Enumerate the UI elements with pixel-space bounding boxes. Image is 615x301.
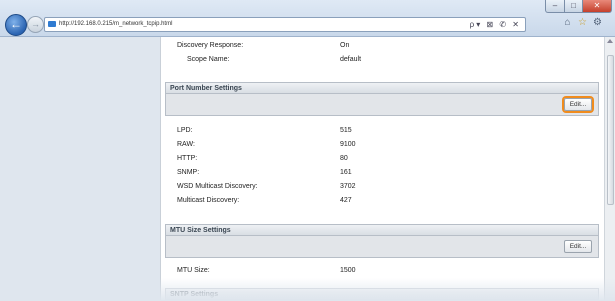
- forward-button[interactable]: →: [27, 16, 44, 33]
- port-number-settings-bar: Edit...: [165, 94, 599, 116]
- back-arrow-icon: ←: [10, 17, 22, 31]
- home-icon[interactable]: ⌂: [562, 17, 573, 28]
- page-area: Discovery Response: On Scope Name: defau…: [0, 37, 615, 300]
- row-value: 427: [340, 197, 352, 204]
- site-favicon-icon: [48, 21, 56, 27]
- mtu-size-settings-header: MTU Size Settings: [165, 224, 599, 236]
- address-url[interactable]: http://192.168.0.215/m_network_tcpip.htm…: [59, 19, 172, 30]
- row-value: 1500: [340, 267, 356, 274]
- favorites-star-icon[interactable]: ☆: [577, 17, 588, 28]
- row-value: On: [340, 42, 350, 49]
- row-value: default: [340, 56, 362, 63]
- row-label: SNMP:: [177, 169, 200, 176]
- row-value: 161: [340, 169, 352, 176]
- row-value: 80: [340, 155, 348, 162]
- mtu-size-settings-bar: Edit...: [165, 236, 599, 258]
- row-value: 3702: [340, 183, 356, 190]
- row-value: 9100: [340, 141, 356, 148]
- close-icon: ✕: [593, 1, 601, 10]
- row-label: Discovery Response:: [177, 42, 244, 49]
- browser-toolbar: – □ ✕ ← → http://192.168.0.215/m_network…: [0, 0, 615, 37]
- minimize-button[interactable]: –: [545, 0, 565, 13]
- back-button[interactable]: ←: [5, 14, 27, 36]
- address-bar[interactable]: http://192.168.0.215/m_network_tcpip.htm…: [44, 17, 526, 32]
- row-label: HTTP:: [177, 155, 198, 162]
- address-tools[interactable]: ρ▾ ⊠ ✆ ✕: [470, 18, 521, 31]
- row-label: RAW:: [177, 141, 195, 148]
- close-window-button[interactable]: ✕: [582, 0, 612, 13]
- mtu-edit-button[interactable]: Edit...: [564, 240, 592, 253]
- port-edit-button[interactable]: Edit...: [564, 98, 592, 111]
- forward-arrow-icon: →: [31, 19, 40, 29]
- vertical-scrollbar[interactable]: [604, 37, 615, 300]
- sntp-settings-header: SNTP Settings: [165, 288, 599, 300]
- row-value: 515: [340, 127, 352, 134]
- maximize-button[interactable]: □: [564, 0, 583, 13]
- minimize-icon: –: [552, 1, 558, 10]
- settings-content: Discovery Response: On Scope Name: defau…: [160, 37, 606, 300]
- port-number-settings-header: Port Number Settings: [165, 82, 599, 94]
- scroll-thumb[interactable]: [607, 55, 614, 205]
- gear-icon[interactable]: ⚙: [592, 17, 603, 28]
- row-label: Multicast Discovery:: [177, 197, 240, 204]
- row-label: LPD:: [177, 127, 193, 134]
- scroll-up-icon[interactable]: [607, 39, 613, 43]
- row-label: WSD Multicast Discovery:: [177, 183, 258, 190]
- row-label: Scope Name:: [187, 56, 230, 63]
- maximize-icon: □: [571, 1, 576, 10]
- row-label: MTU Size:: [177, 267, 210, 274]
